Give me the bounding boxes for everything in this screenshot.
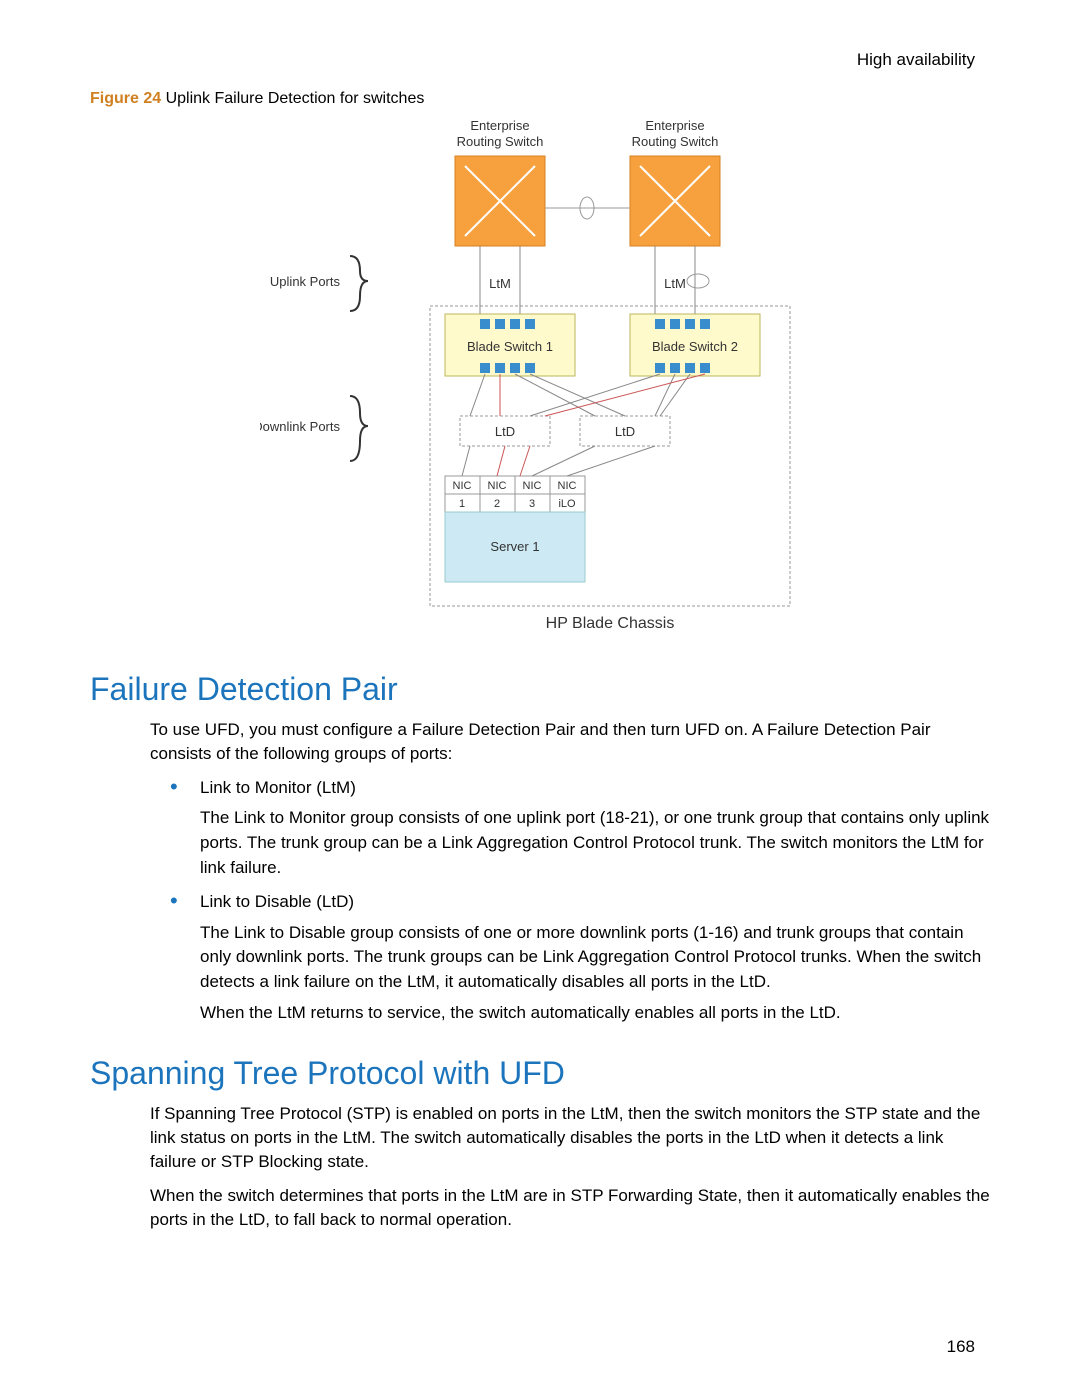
- ltd1-label: LtD: [495, 424, 515, 439]
- figure-caption-text: Uplink Failure Detection for switches: [161, 90, 424, 107]
- blade1-label: Blade Switch 1: [467, 339, 553, 354]
- section2-p2: When the switch determines that ports in…: [150, 1184, 990, 1232]
- chassis-label: HP Blade Chassis: [546, 615, 675, 632]
- page-header-right: High availability: [857, 50, 975, 70]
- nic4: NIC: [558, 480, 577, 492]
- ers1-line1: Enterprise: [470, 118, 529, 133]
- figure-diagram: Enterprise Routing Switch Enterprise Rou…: [90, 116, 990, 641]
- ltd2-label: LtD: [615, 424, 635, 439]
- section1-intro: To use UFD, you must configure a Failure…: [150, 718, 990, 766]
- figure-caption: Figure 24 Uplink Failure Detection for s…: [90, 90, 990, 108]
- brace-downlink: [350, 396, 368, 461]
- bullet-ltd-title: Link to Disable (LtD): [200, 892, 354, 911]
- blade2-label: Blade Switch 2: [652, 339, 738, 354]
- downlink-ports-label: Downlink Ports: [260, 419, 340, 434]
- uplink-ports-label: Uplink Ports: [270, 274, 341, 289]
- nic2: NIC: [488, 480, 507, 492]
- section-failure-detection-pair: Failure Detection Pair: [90, 671, 990, 708]
- brace-uplink: [350, 256, 368, 311]
- figure-label: Figure 24: [90, 90, 161, 107]
- bullet-ltm-text: The Link to Monitor group consists of on…: [200, 806, 990, 880]
- document-page: High availability Figure 24 Uplink Failu…: [0, 0, 1080, 1397]
- n2: 2: [494, 498, 500, 510]
- section1-bullets: Link to Monitor (LtM) The Link to Monito…: [170, 776, 990, 1026]
- ers2-line1: Enterprise: [645, 118, 704, 133]
- ltm1-label: LtM: [489, 276, 511, 291]
- nic3: NIC: [523, 480, 542, 492]
- ers2-line2: Routing Switch: [632, 134, 719, 149]
- n1: 1: [459, 498, 465, 510]
- n3: 3: [529, 498, 535, 510]
- page-number: 168: [947, 1337, 975, 1357]
- nilo: iLO: [558, 498, 576, 510]
- bullet-ltd: Link to Disable (LtD) The Link to Disabl…: [170, 890, 990, 1025]
- server-label: Server 1: [490, 539, 539, 554]
- bullet-ltd-text2: When the LtM returns to service, the swi…: [200, 1001, 990, 1026]
- section-stp-ufd: Spanning Tree Protocol with UFD: [90, 1055, 990, 1092]
- bullet-ltm-title: Link to Monitor (LtM): [200, 778, 356, 797]
- section2-p1: If Spanning Tree Protocol (STP) is enabl…: [150, 1102, 990, 1173]
- bullet-ltd-text: The Link to Disable group consists of on…: [200, 921, 990, 995]
- ers1-line2: Routing Switch: [457, 134, 544, 149]
- bullet-ltm: Link to Monitor (LtM) The Link to Monito…: [170, 776, 990, 881]
- ltm2-label: LtM: [664, 276, 686, 291]
- nic1: NIC: [453, 480, 472, 492]
- uplink-failure-diagram: Enterprise Routing Switch Enterprise Rou…: [260, 116, 820, 636]
